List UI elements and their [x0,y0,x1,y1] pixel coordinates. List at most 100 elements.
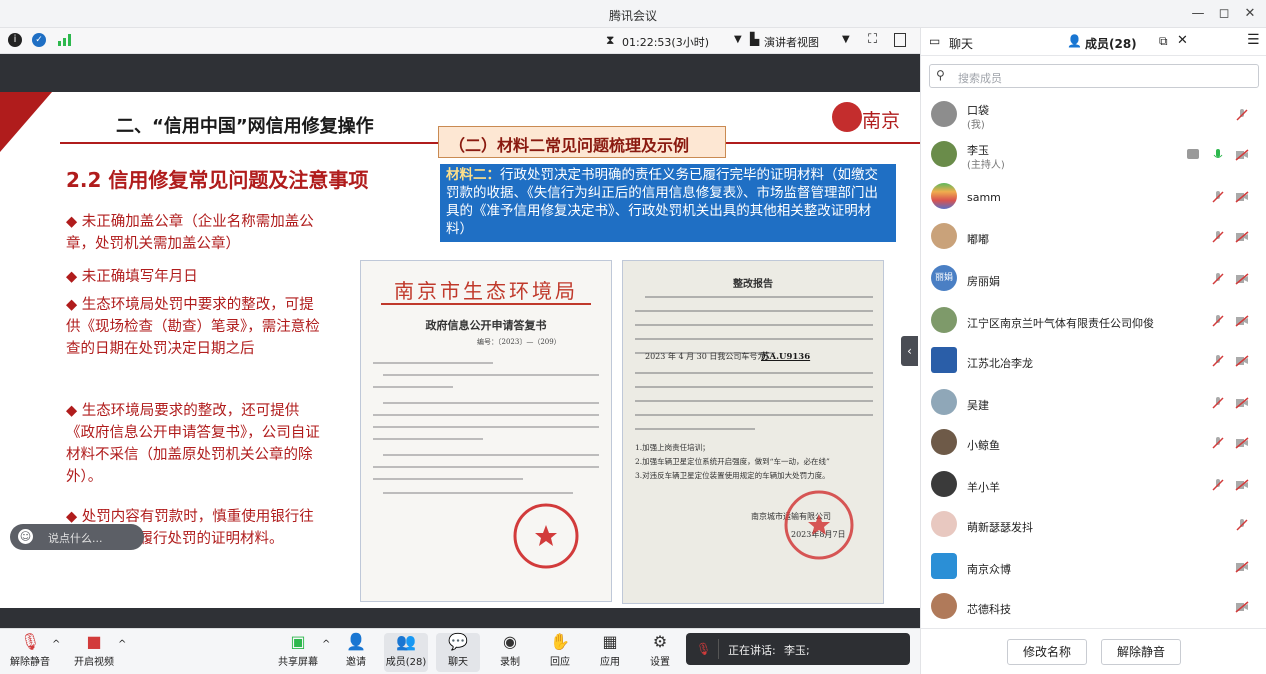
mic-muted-icon[interactable] [1211,396,1225,410]
member-row[interactable]: 芯德科技 [921,588,1266,628]
chevron-down-icon[interactable]: ▼ [842,34,850,45]
share-screen-button[interactable]: ▣ 共享屏幕 [276,633,320,669]
rename-button[interactable]: 修改名称 [1007,639,1087,665]
speaker-view-icon[interactable]: ▙ [750,32,759,46]
mic-muted-icon[interactable] [1211,354,1225,368]
mic-muted-icon[interactable] [1235,518,1249,532]
mic-muted-icon[interactable] [1211,478,1225,492]
members-button[interactable]: 👥 成员(28) [384,633,428,672]
member-role: (主持人) [967,160,1005,171]
view-mode-selector[interactable]: 演讲者视图 [764,34,819,50]
camera-off-icon[interactable] [1235,148,1249,162]
member-name: 吴建 [967,399,989,412]
signal-icon[interactable] [58,34,72,46]
camera-off-icon[interactable] [1235,314,1249,328]
mic-muted-icon[interactable] [1211,272,1225,286]
member-row[interactable]: 江苏北冶李龙 [921,342,1266,382]
member-row[interactable]: 丽娟 房丽娟 [921,260,1266,300]
member-row[interactable]: 吴建 [921,384,1266,424]
layout-icon[interactable] [894,33,906,47]
camera-off-icon[interactable] [1235,478,1249,492]
chevron-down-icon[interactable]: ▼ [734,34,742,45]
avatar [931,471,957,497]
member-row[interactable]: 李玉 (主持人) [921,136,1266,176]
camera-off-icon[interactable] [1235,560,1249,574]
slide-main-heading: 2.2 信用修复常见问题及注意事项 [66,168,369,192]
chat-button[interactable]: 💬 聊天 [436,633,480,672]
material-label: 材料二： [446,167,500,183]
mic-muted-icon[interactable] [1211,190,1225,204]
member-name: 嘟嘟 [967,233,989,246]
members-icon: 👤 [1067,34,1082,48]
maximize-button[interactable]: ◻ [1212,4,1236,24]
chevron-up-icon[interactable]: ^ [52,639,60,650]
mic-muted-icon[interactable] [1211,314,1225,328]
mic-muted-icon[interactable] [1211,436,1225,450]
camera-off-icon[interactable] [1235,272,1249,286]
menu-icon[interactable]: ☰ [1247,32,1260,48]
doc2-item: 1.加强上岗责任培训； [635,443,710,452]
shield-icon[interactable]: ✓ [32,33,46,47]
mic-muted-icon[interactable] [1235,108,1249,122]
settings-button[interactable]: ⚙ 设置 [638,633,682,669]
avatar [931,553,957,579]
slide-corner-decoration [0,92,52,152]
camera-off-icon[interactable] [1235,600,1249,614]
doc2-date-line: 2023 年 4 月 30 日我公司车号为 [645,352,766,361]
tab-members[interactable]: 成员(28) [1085,35,1137,52]
info-icon[interactable]: i [8,33,22,47]
invite-button[interactable]: 👤 邀请 [334,633,378,669]
member-row[interactable]: 小鲸鱼 [921,424,1266,464]
collapse-panel-button[interactable]: ‹ [901,336,918,366]
avatar [931,307,957,333]
tab-chat[interactable]: 聊天 [949,35,973,52]
camera-off-icon[interactable] [1235,230,1249,244]
start-video-button[interactable]: ■ 开启视频 [72,633,116,669]
member-row[interactable]: 南京众博 [921,548,1266,588]
camera-off-icon[interactable] [1235,190,1249,204]
camera-off-icon[interactable] [1235,396,1249,410]
avatar [931,183,957,209]
doc2-item: 3.对违反车辆卫星定位装置使用规定的车辆加大处罚力度。 [635,471,830,480]
slide-footer-bar [0,608,920,628]
screen-share-icon [1187,149,1199,159]
avatar [931,389,957,415]
camera-off-icon[interactable] [1235,354,1249,368]
chevron-up-icon[interactable]: ^ [322,639,330,650]
material-title: （二）材料二常见问题梳理及示例 [438,126,726,158]
panel-tabs: ▭ 聊天 👤 成员(28) ⧉ ✕ ☰ [921,28,1266,56]
popout-icon[interactable]: ⧉ [1159,34,1168,49]
close-button[interactable]: ✕ [1238,4,1262,24]
app-title: 腾讯会议 [608,9,657,23]
fullscreen-icon[interactable]: ⛶ [868,32,877,47]
camera-off-icon[interactable] [1235,436,1249,450]
mic-muted-icon[interactable] [1211,230,1225,244]
comment-placeholder: 说点什么... [48,532,103,545]
member-row[interactable]: 口袋 (我) [921,96,1266,136]
chevron-up-icon[interactable]: ^ [118,639,126,650]
member-row[interactable]: 江宁区南京兰叶气体有限责任公司仰俊 [921,302,1266,342]
member-row[interactable]: samm [921,178,1266,218]
mic-on-icon[interactable] [1211,148,1225,162]
comment-input[interactable]: ☺ 说点什么... [10,524,144,550]
doc2-item-list: 1.加强上岗责任培训； 2.加强车辆卫星定位系统开启强度，做到“车一动，必在线”… [635,441,875,483]
member-row[interactable]: 羊小羊 [921,466,1266,506]
record-button[interactable]: ◉ 录制 [488,632,532,669]
mic-muted-icon: 🎙 [696,642,712,656]
close-icon[interactable]: ✕ [1177,33,1188,48]
react-button[interactable]: ✋ 回应 [538,632,582,669]
unmute-all-button[interactable]: 解除静音 [1101,639,1181,665]
member-row[interactable]: 萌新瑟瑟发抖 [921,506,1266,546]
emoji-icon[interactable]: ☺ [18,529,33,544]
member-search-input[interactable]: ⚲ 搜索成员 [929,64,1259,88]
nanjing-logo-text: 南京 [862,110,901,132]
apps-button[interactable]: ▦ 应用 [588,633,632,669]
member-row[interactable]: 嘟嘟 [921,218,1266,258]
record-icon: ◉ [503,632,517,651]
member-name: 房丽娟 [967,275,1000,288]
minimize-button[interactable]: — [1186,4,1210,24]
react-icon: ✋ [550,632,570,651]
speaking-indicator: 🎙 正在讲话: 李玉; [686,633,910,665]
mic-muted-icon: 🎙 [20,632,41,651]
unmute-button[interactable]: 🎙 解除静音 [8,632,52,669]
